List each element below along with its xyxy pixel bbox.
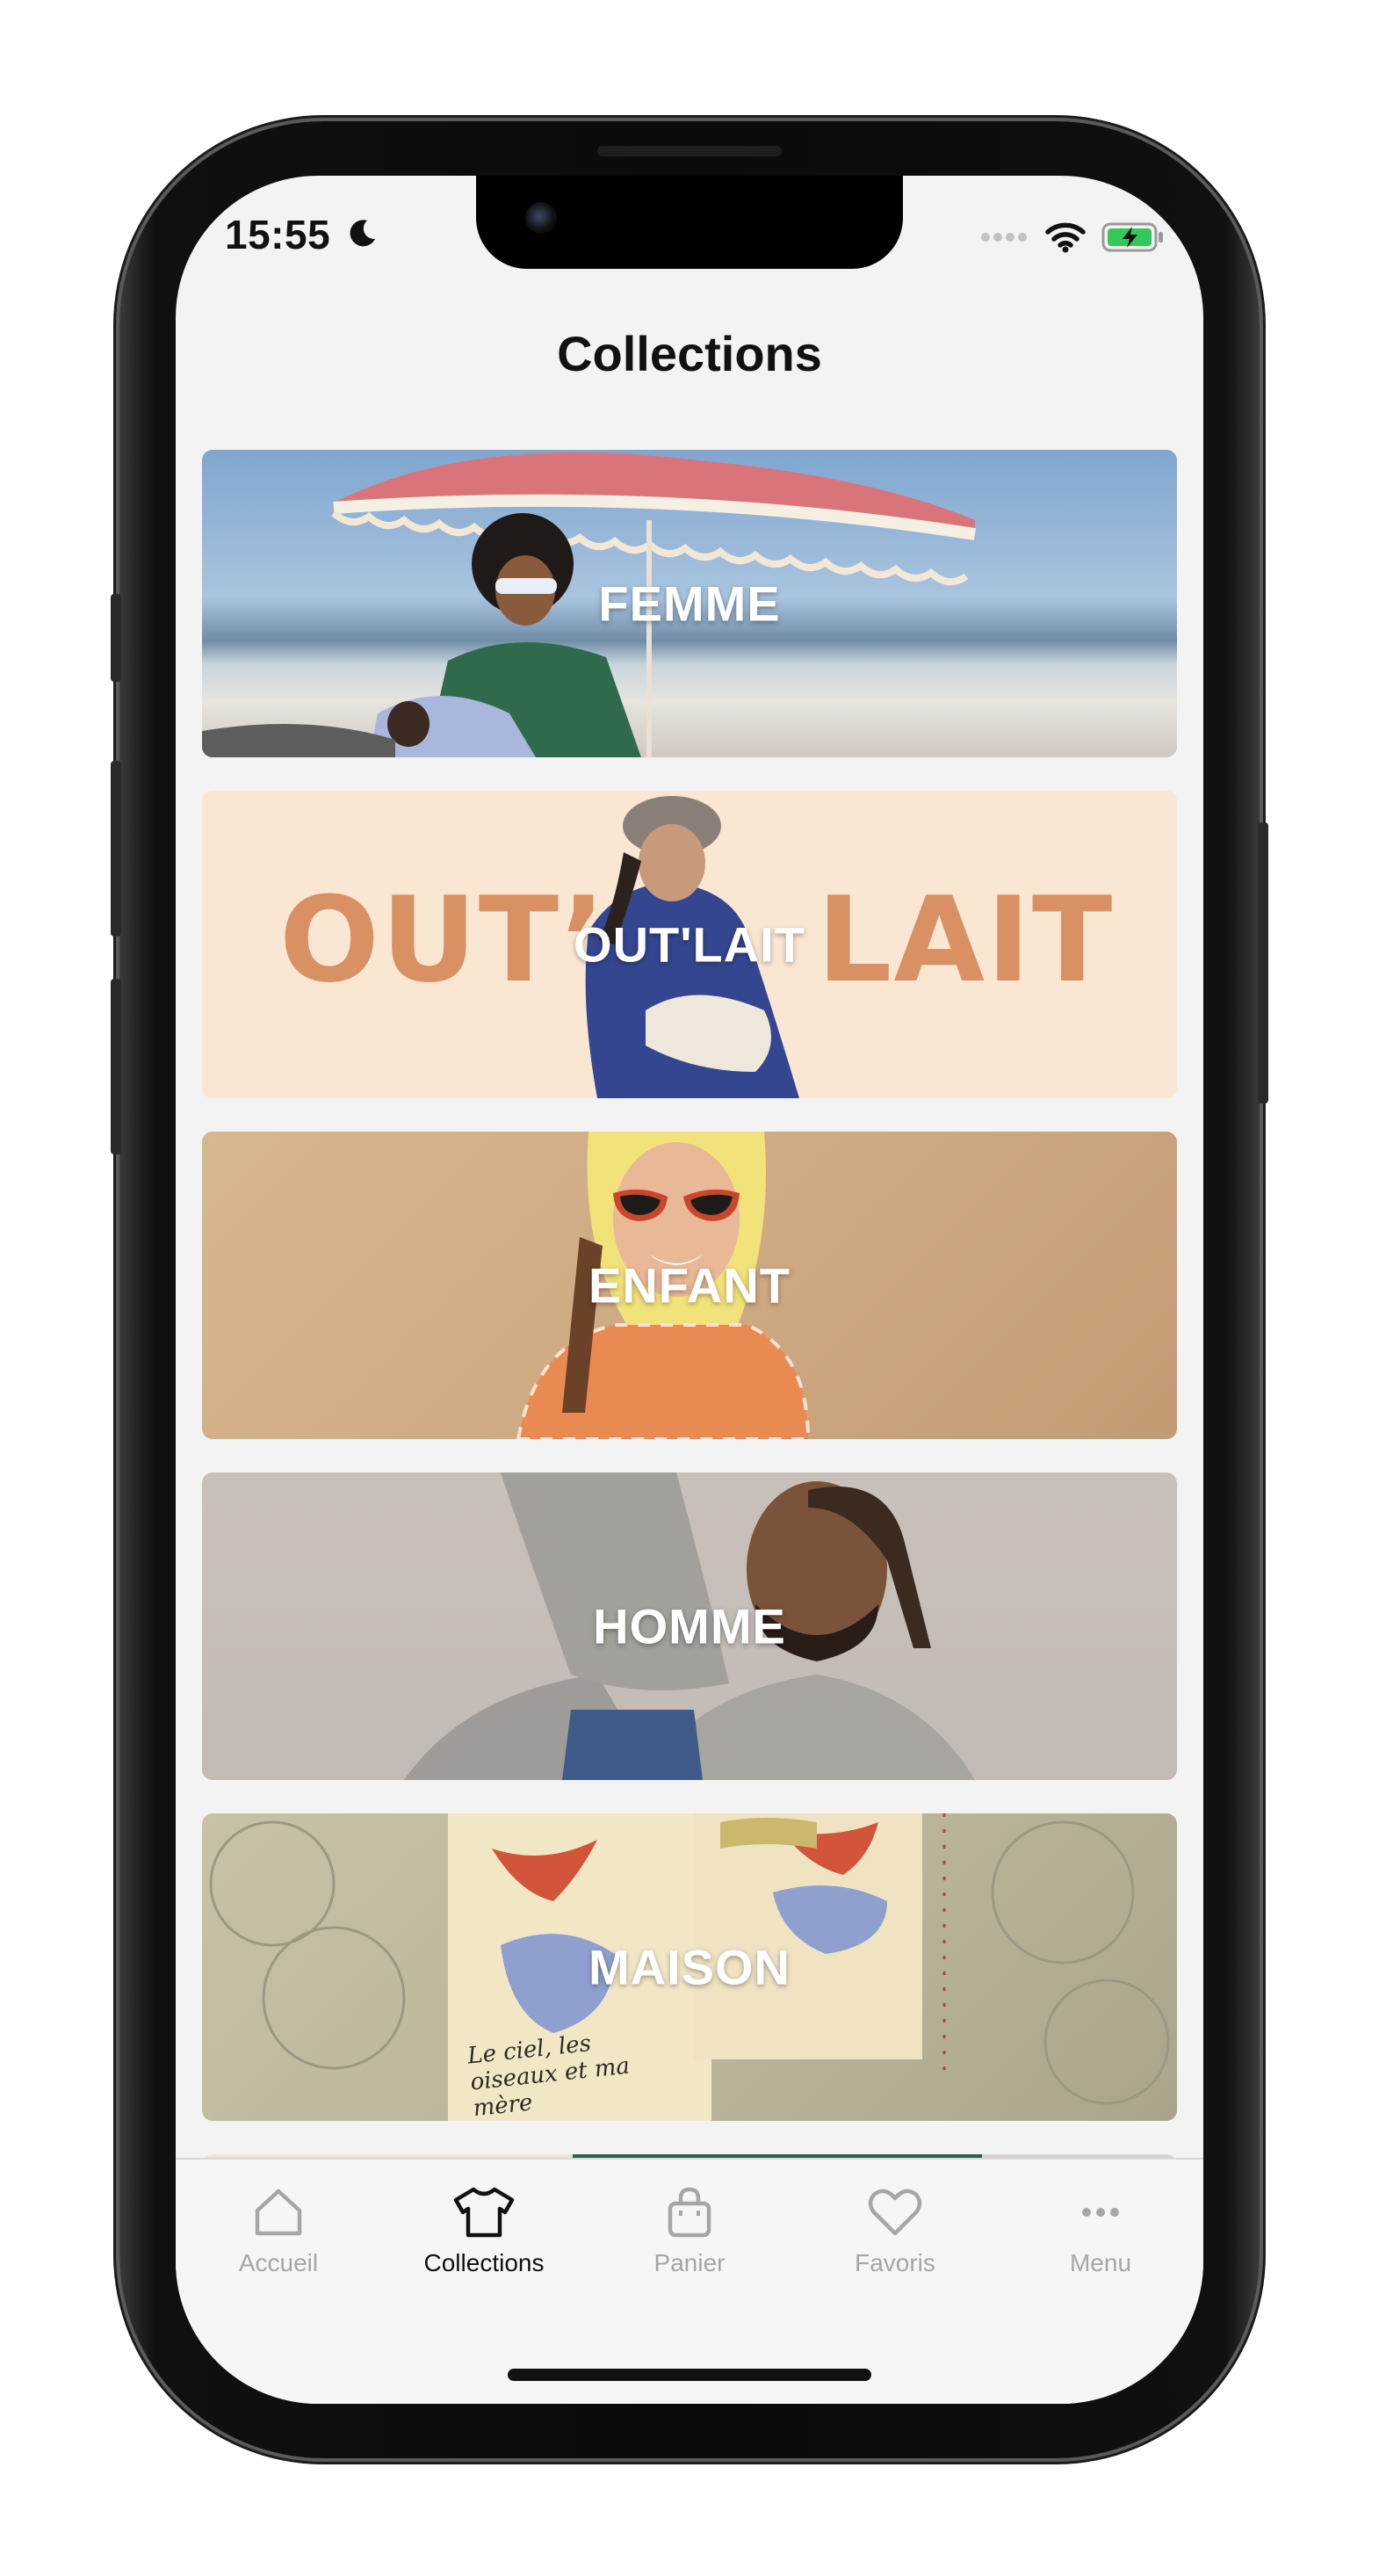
collection-label: OUT'LAIT (574, 916, 805, 973)
earpiece-speaker (597, 146, 782, 156)
collection-card-femme[interactable]: FEMME (202, 450, 1177, 757)
power-button (1258, 822, 1268, 1103)
tab-favoris[interactable]: Favoris (792, 2186, 998, 2277)
home-indicator[interactable] (508, 2369, 871, 2381)
collection-label: FEMME (598, 575, 781, 632)
tab-label: Collections (423, 2249, 545, 2276)
signal-icon (981, 233, 1027, 242)
collection-card-enfant[interactable]: ENFANT (202, 1132, 1177, 1439)
tab-label: Accueil (238, 2249, 319, 2276)
tab-label: Menu (1069, 2249, 1132, 2276)
tab-label: Panier (653, 2249, 726, 2276)
volume-up-button (111, 761, 121, 937)
home-icon (255, 2189, 302, 2236)
collections-list: FEMME OUT’ LAIT OUT'LAIT ENFANT HOMME Le… (202, 450, 1177, 2154)
status-time: 15:55 (225, 212, 331, 257)
tab-accueil[interactable]: Accueil (176, 2186, 381, 2277)
collection-label: MAISON (588, 1939, 791, 1995)
battery-charging-icon (1101, 222, 1163, 252)
wifi-icon (1045, 222, 1086, 253)
collection-label: ENFANT (588, 1257, 791, 1313)
tab-bar: Accueil Collections Panier Favoris Menu (176, 2158, 1203, 2404)
tab-panier[interactable]: Panier (587, 2186, 792, 2277)
moon-icon (350, 220, 375, 247)
bag-icon (668, 2187, 711, 2238)
front-camera (525, 202, 557, 234)
tshirt-icon (453, 2187, 515, 2238)
collection-card-outlait[interactable]: OUT’ LAIT OUT'LAIT (202, 791, 1177, 1098)
page-title: Collections (557, 326, 822, 381)
collection-label: HOMME (593, 1598, 786, 1654)
volume-down-button (111, 979, 121, 1154)
tab-menu[interactable]: Menu (998, 2186, 1203, 2277)
app-screen: 15:55 Collections FEMME OUT’ LAIT OUT'LA… (176, 176, 1203, 2404)
tab-collections[interactable]: Collections (381, 2186, 587, 2277)
more-icon (1082, 2208, 1119, 2217)
mute-switch (111, 594, 121, 682)
collection-card-homme[interactable]: HOMME (202, 1473, 1177, 1780)
notch (476, 176, 903, 269)
tab-label: Favoris (855, 2249, 935, 2276)
collection-card-maison[interactable]: Le ciel, les oiseaux et ma mère MAISON (202, 1813, 1177, 2121)
heart-icon (868, 2189, 922, 2236)
status-indicators (980, 220, 1165, 255)
